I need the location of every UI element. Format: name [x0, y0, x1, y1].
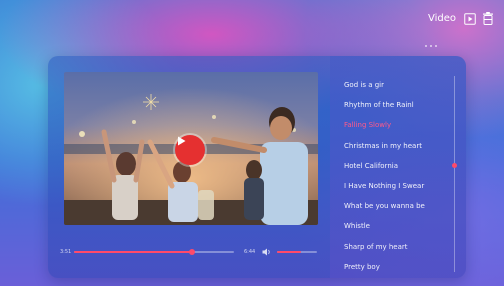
progress-fill — [74, 251, 193, 253]
playlist-item[interactable]: Pretty boy — [344, 257, 425, 277]
progress-slider[interactable] — [74, 249, 234, 255]
playlist-item[interactable]: Rhythm of the Rainl — [344, 95, 425, 115]
volume-icon[interactable] — [262, 248, 272, 256]
play-button[interactable] — [175, 135, 205, 165]
progress-knob[interactable] — [189, 249, 196, 255]
playlist-item[interactable]: God is a gir — [344, 75, 425, 95]
playlist: God is a gir Rhythm of the Rainl Falling S… — [344, 75, 425, 277]
playlist-panel: God is a gir Rhythm of the Rainl Falling S… — [330, 56, 466, 278]
playlist-item[interactable]: Falling Slowly — [344, 115, 425, 135]
player-panel: 3:51 6:44 God is a gir Rhythm of the Rain… — [48, 56, 466, 278]
playlist-scrollbar[interactable] — [452, 76, 457, 272]
header: Video — [428, 12, 494, 25]
header-title: Video — [427, 13, 456, 24]
playlist-item[interactable]: Sharp of my heart — [344, 237, 425, 257]
playlist-item[interactable]: Hotel California — [344, 156, 425, 176]
video-player-screen: Video 3:51 6:44 God is a gir Rhythm of t… — [0, 0, 504, 286]
playlist-item[interactable]: Christmas in my heart — [344, 136, 425, 156]
play-square-icon[interactable] — [463, 12, 476, 25]
playlist-item[interactable]: Whistle — [344, 216, 425, 236]
volume-slider[interactable] — [277, 251, 317, 253]
volume-fill — [277, 251, 301, 253]
video-frame[interactable] — [64, 72, 318, 225]
play-icon — [178, 136, 186, 146]
page-indicator — [425, 45, 439, 48]
playlist-scroll-thumb[interactable] — [452, 163, 457, 168]
total-time: 6:44 — [244, 249, 256, 255]
current-time: 3:51 — [60, 249, 72, 255]
playlist-item[interactable]: I Have Nothing I Swear — [344, 176, 425, 196]
trash-icon[interactable] — [481, 12, 494, 25]
playback-controls: 3:51 6:44 — [60, 247, 324, 257]
playlist-item[interactable]: What be you wanna be — [344, 196, 425, 216]
